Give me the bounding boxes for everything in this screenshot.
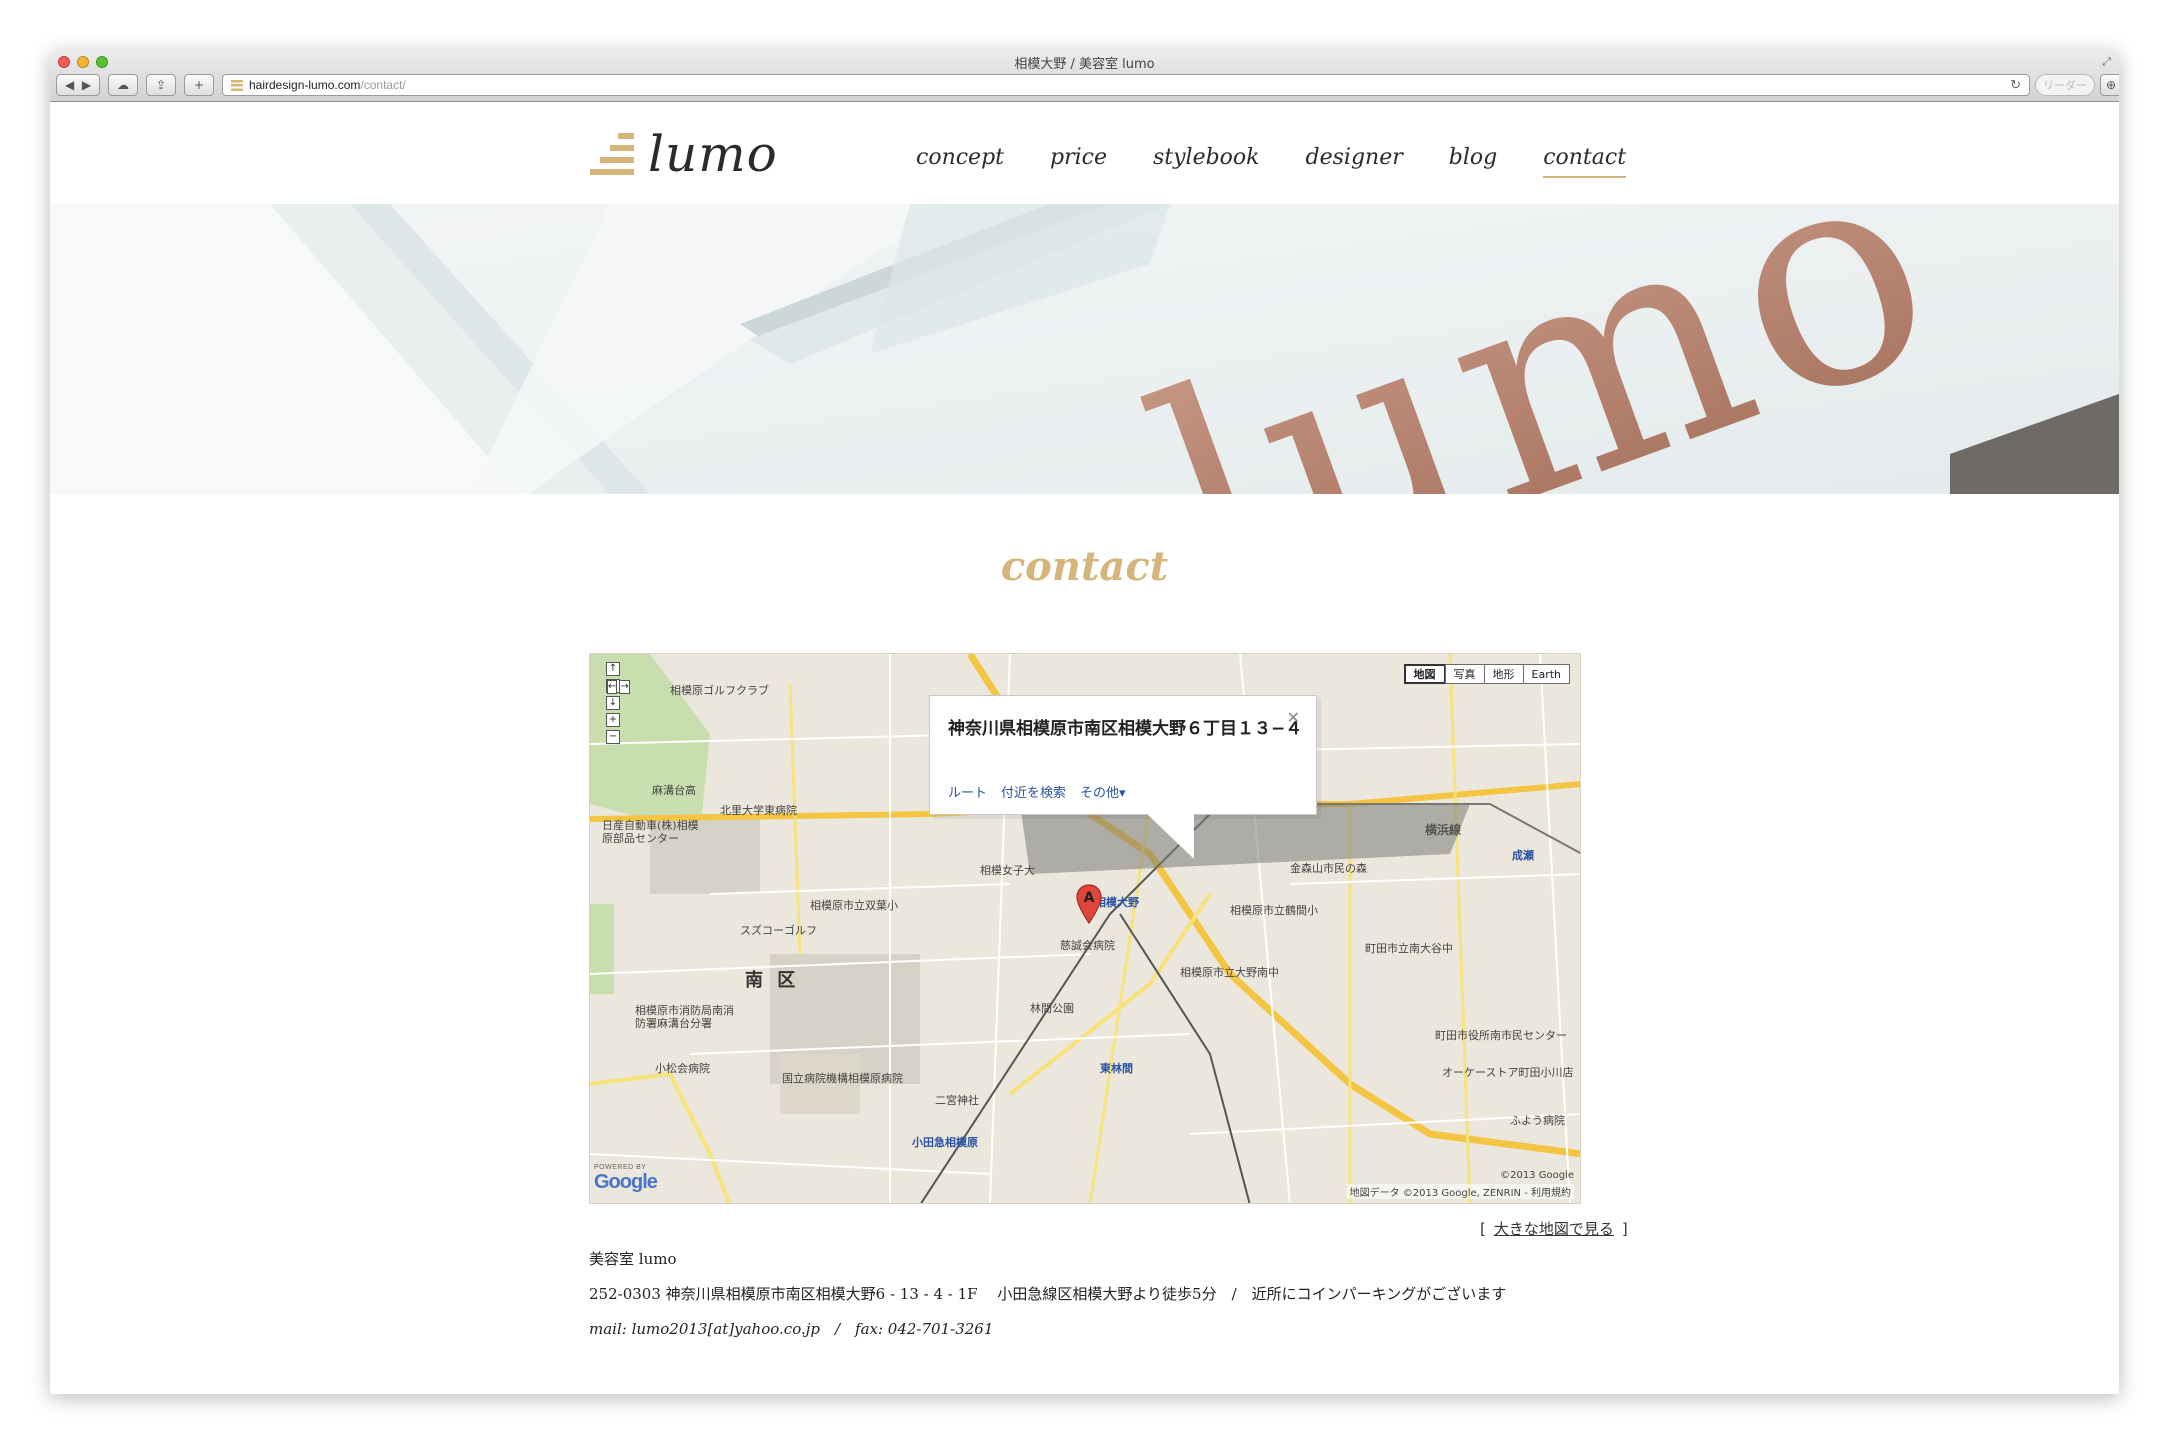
map-marker-icon[interactable]: A — [1076, 884, 1102, 924]
powered-by-text: POWERED BY — [594, 1164, 647, 1171]
window-title: 相模大野 / 美容室 lumo — [1014, 57, 1155, 72]
route-link[interactable]: ルート — [948, 782, 987, 801]
hero-photo-illustration: lumo — [50, 204, 2119, 494]
map-label: 町田市役所南市民センター — [1435, 1029, 1567, 1042]
nav-concept[interactable]: concept — [916, 145, 1004, 178]
map-copyright-short: ©2013 Google — [1500, 1170, 1574, 1181]
back-forward-buttons[interactable]: ◀ ▶ — [56, 74, 100, 96]
google-wordmark: Google — [594, 1171, 658, 1194]
map-label: 麻溝台高 — [652, 784, 696, 797]
map-label: 相模原市消防局南消防署麻溝台分署 — [635, 1004, 734, 1030]
nav-contact[interactable]: contact — [1543, 145, 1627, 178]
map-station-label: 東林間 — [1100, 1062, 1133, 1075]
map-label: 相模女子大 — [980, 864, 1035, 877]
downloads-icon[interactable]: ⊕ — [2100, 74, 2119, 96]
share-button[interactable]: ⇪ — [146, 74, 176, 96]
map-label: 相模原市立双葉小 — [810, 899, 898, 912]
fullscreen-icon[interactable]: ⤢ — [2102, 55, 2111, 69]
map-type-earth[interactable]: Earth — [1522, 664, 1570, 684]
pan-right-icon[interactable]: → — [619, 680, 630, 694]
salon-contact: mail: lumo2013[at]yahoo.co.jp / fax: 042… — [589, 1320, 994, 1338]
map-label: ふよう病院 — [1510, 1114, 1565, 1127]
map-label: スズコーゴルフ — [740, 924, 817, 937]
map-station-label: 小田急相模原 — [912, 1136, 978, 1149]
main-nav: concept price stylebook designer blog co… — [916, 145, 1627, 178]
search-nearby-link[interactable]: 付近を検索 — [1001, 782, 1066, 801]
map-label: 北里大学東病院 — [720, 804, 797, 817]
zoom-out-icon[interactable]: − — [606, 730, 620, 744]
pan-down-icon[interactable]: ↓ — [606, 696, 620, 710]
plus-icon: + — [193, 78, 205, 92]
url-host: hairdesign-lumo.com — [249, 78, 361, 92]
zoom-in-icon[interactable]: + — [606, 713, 620, 727]
nav-designer[interactable]: designer — [1306, 145, 1403, 178]
nav-blog[interactable]: blog — [1449, 145, 1497, 178]
map-label: 小松会病院 — [655, 1062, 710, 1075]
map-label: 町田市立南大谷中 — [1365, 942, 1453, 955]
nav-price[interactable]: price — [1050, 145, 1107, 178]
salon-address: 252-0303 神奈川県相模原市南区相模大野6 - 13 - 4 - 1F 小… — [589, 1285, 1507, 1303]
map-label: 国立病院機構相模原病院 — [782, 1072, 903, 1085]
bracket-close: ] — [1621, 1220, 1628, 1238]
cloud-icon: ☁ — [117, 78, 129, 92]
site-logo[interactable]: lumo — [590, 123, 778, 179]
map-label: 二宮神社 — [935, 1094, 979, 1107]
browser-window: 相模大野 / 美容室 lumo ⤢ ◀ ▶ ☁ ⇪ + hairdesign-l… — [50, 50, 2119, 1394]
info-window-address: 神奈川県相模原市南区相模大野６丁目１３−４ — [948, 719, 1303, 739]
bracket-open: [ — [1480, 1220, 1486, 1238]
large-map-link[interactable]: 大きな地図で見る — [1494, 1220, 1614, 1238]
map-copyright[interactable]: 地図データ ©2013 Google, ZENRIN - 利用規約 — [1346, 1184, 1574, 1199]
map-label: 相模原ゴルフクラブ — [670, 684, 769, 697]
reload-icon[interactable]: ↻ — [2010, 77, 2021, 93]
hero-image: lumo — [50, 204, 2119, 494]
nav-stylebook[interactable]: stylebook — [1153, 145, 1260, 178]
url-path: /contact/ — [360, 78, 406, 92]
more-link[interactable]: その他▾ — [1080, 782, 1126, 801]
more-link-label: その他 — [1080, 786, 1120, 801]
reader-button[interactable]: リーダー — [2035, 74, 2095, 96]
map-station-label: 成瀬 — [1512, 849, 1534, 862]
map-label: オーケーストア町田小川店 — [1442, 1066, 1574, 1079]
icloud-button[interactable]: ☁ — [108, 74, 138, 96]
map-type-control: 地図 写真 地形 Earth — [1403, 664, 1570, 684]
share-icon: ⇪ — [155, 78, 167, 92]
marker-letter: A — [1084, 890, 1095, 906]
pan-left-icon[interactable]: ← — [607, 680, 618, 694]
map-type-photo[interactable]: 写真 — [1444, 664, 1485, 684]
back-icon[interactable]: ◀ — [65, 78, 74, 92]
map-rail-label: 横浜線 — [1425, 823, 1462, 837]
page-title: contact — [1000, 543, 1169, 590]
pan-up-icon[interactable]: ↑ — [606, 662, 620, 676]
chevron-down-icon: ▾ — [1119, 786, 1126, 801]
map-label: 相模原市立鶴間小 — [1230, 904, 1318, 917]
map-district-label: 南 区 — [745, 970, 800, 991]
salon-info: 美容室 lumo 252-0303 神奈川県相模原市南区相模大野6 - 13 -… — [589, 1248, 1506, 1339]
forward-icon[interactable]: ▶ — [82, 78, 91, 92]
google-logo: POWERED BY Google — [594, 1164, 658, 1194]
map-type-map[interactable]: 地図 — [1403, 664, 1446, 684]
logo-text: lumo — [648, 125, 778, 183]
salon-name: 美容室 lumo — [589, 1250, 677, 1268]
map-label: 日産自動車(株)相模原部品センター — [602, 819, 699, 845]
large-map-link-row: [ 大きな地図で見る] — [1480, 1218, 1628, 1239]
logo-stripes-icon — [590, 129, 636, 179]
new-tab-button[interactable]: + — [184, 74, 214, 96]
map-label: 相模原市立大野南中 — [1180, 966, 1279, 979]
info-window-links: ルート 付近を検索 その他▾ — [948, 782, 1126, 801]
browser-toolbar: 相模大野 / 美容室 lumo ⤢ ◀ ▶ ☁ ⇪ + hairdesign-l… — [50, 50, 2119, 102]
screenshot-stage: 相模大野 / 美容室 lumo ⤢ ◀ ▶ ☁ ⇪ + hairdesign-l… — [0, 0, 2169, 1445]
map-label: 金森山市民の森 — [1290, 862, 1367, 875]
close-icon[interactable]: ✕ — [1287, 708, 1300, 727]
map-label: 林間公園 — [1030, 1002, 1074, 1015]
map-type-terrain[interactable]: 地形 — [1483, 664, 1524, 684]
webpage: lumo concept price stylebook designer bl… — [50, 103, 2119, 1394]
map-label: 慈誠会病院 — [1060, 939, 1115, 952]
address-bar[interactable]: hairdesign-lumo.com/contact/ ↻ — [222, 74, 2030, 96]
google-map[interactable]: ↑ ← → ↓ + − 地図 写真 地形 Earth 相模原ゴルフクラブ 麻溝台高… — [589, 653, 1581, 1204]
site-favicon-icon — [231, 79, 243, 91]
info-window-tail — [1146, 813, 1194, 859]
google-wordmark-text: Google — [594, 1171, 658, 1193]
map-pan-control[interactable]: ↑ ← → ↓ + − — [606, 662, 632, 747]
map-info-window: 神奈川県相模原市南区相模大野６丁目１３−４ ✕ ルート 付近を検索 その他▾ — [929, 695, 1317, 815]
